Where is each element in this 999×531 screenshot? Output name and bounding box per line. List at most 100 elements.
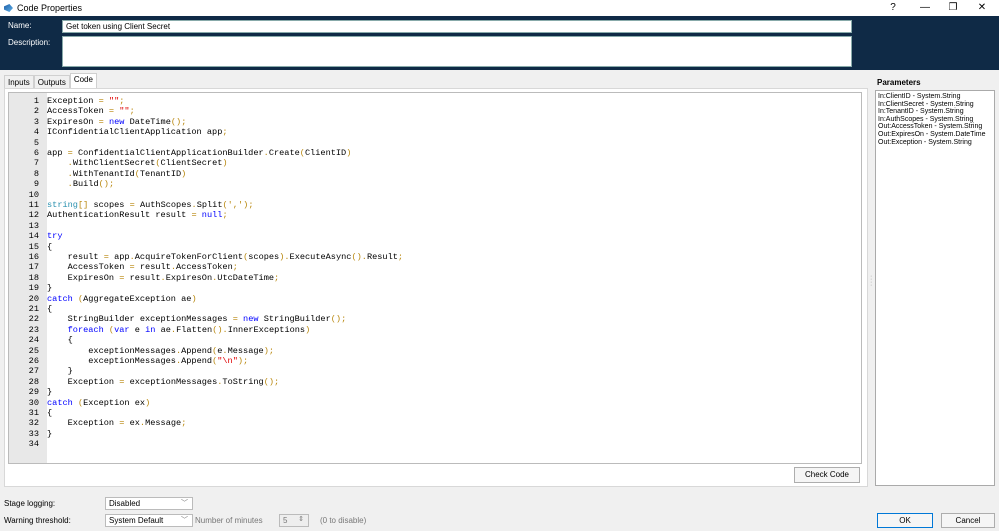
code-text: foreach (var e in ae.Flatten().InnerExce… [67,324,311,335]
minutes-label: Number of minutes [195,516,263,525]
stage-logging-select[interactable]: Disabled ﹀ [105,497,193,510]
code-text: catch (AggregateException ae) [47,293,197,304]
code-line: 16 result = app.AcquireTokenForClient(sc… [9,252,861,262]
code-line: 1 Exception = ""; [9,96,861,106]
line-number: 20 [28,293,39,304]
code-text: catch (Exception ex) [47,397,151,408]
line-number: 6 [33,148,39,158]
code-text: exceptionMessages.Append("\n"); [88,356,249,366]
line-number: 33 [28,428,39,439]
minutes-stepper[interactable]: 5 ⇕ [279,514,309,527]
code-line: 7 .WithClientSecret(ClientSecret) [9,158,861,168]
cancel-button[interactable]: Cancel [941,513,995,528]
line-number: 22 [28,314,39,325]
line-number: 28 [28,376,39,387]
parameter-item[interactable]: In:AuthScopes - System.String [878,116,992,124]
code-line: 12 AuthenticationResult result = null; [9,210,861,220]
code-line: 2 AccessToken = ""; [9,106,861,116]
parameter-item[interactable]: Out:ExpiresOn - System.DateTime [878,131,992,139]
code-text: ExpiresOn = result.ExpiresOn.UtcDateTime… [67,272,280,283]
parameter-item[interactable]: In:ClientSecret - System.String [878,101,992,109]
code-text: result = app.AcquireTokenForClient(scope… [67,252,404,262]
line-number: 9 [33,179,39,190]
line-number: 11 [28,200,39,210]
disable-hint: (0 to disable) [320,516,367,525]
tab-inputs[interactable]: Inputs [4,75,34,89]
window-title: Code Properties [17,3,83,13]
code-line: 21 { [9,304,861,314]
code-text: { [47,241,53,252]
restore-button[interactable]: ❐ [938,0,968,16]
code-text: { [47,304,53,314]
line-number: 23 [28,324,39,335]
code-line: 19} [9,283,861,293]
code-line: 20 catch (AggregateException ae) [9,294,861,304]
parameter-item[interactable]: In:TenantID - System.String [878,108,992,116]
code-text: try [47,231,63,242]
warning-threshold-select[interactable]: System Default ﹀ [105,514,193,527]
code-line: 11 string[] scopes = AuthScopes.Split(','… [9,200,861,210]
spinner-arrows-icon[interactable]: ⇕ [298,515,304,523]
code-line: 8 .WithTenantId(TenantID) [9,169,861,179]
code-line: 26 exceptionMessages.Append("\n"); [9,356,861,366]
stage-logging-value: Disabled [109,499,141,508]
code-text: } [47,387,53,398]
code-line: 28 Exception = exceptionMessages.ToStrin… [9,377,861,387]
line-number: 12 [28,210,39,221]
title-bar: Code Properties ? — ❐ ✕ [0,0,999,16]
parameters-list[interactable]: In:ClientID - System.String In:ClientSec… [875,90,995,486]
code-text: AccessToken = ""; [47,106,135,117]
code-text: IConfidentialClientApplication app; [47,127,228,138]
parameters-title: Parameters [877,78,921,87]
line-number: 14 [28,231,39,242]
chevron-down-icon: ﹀ [181,517,188,524]
line-number: 30 [28,397,39,408]
line-number: 5 [33,137,39,148]
tab-code[interactable]: Code [69,73,97,89]
check-code-button[interactable]: Check Code [794,467,860,483]
line-number: 10 [28,189,39,200]
line-number: 31 [28,408,39,418]
code-text: AuthenticationResult result = null; [47,210,228,221]
code-text: ExpiresOn = new DateTime(); [47,116,187,127]
line-number: 19 [28,283,39,294]
code-line: 17 AccessToken = result.AccessToken; [9,262,861,272]
tab-outputs[interactable]: Outputs [33,75,70,89]
stage-logging-label: Stage logging: [4,499,56,508]
parameter-item[interactable]: In:ClientID - System.String [878,93,992,101]
ok-button[interactable]: OK [877,513,933,528]
splitter-handle[interactable]: · · · · [870,273,872,289]
name-input[interactable]: Get token using Client Secret [62,20,852,33]
description-input[interactable] [62,36,852,67]
code-editor[interactable]: 1 Exception = ""; 2 AccessToken = ""; 3 Expir… [8,92,862,464]
line-number: 34 [28,439,39,450]
code-line: 32 Exception = ex.Message; [9,418,861,428]
code-text: } [47,283,53,294]
warning-threshold-label: Warning threshold: [4,516,71,525]
code-text: Exception = exceptionMessages.ToString()… [67,376,280,387]
tab-bar: Inputs Outputs Code [4,73,97,89]
chevron-down-icon: ﹀ [181,500,188,507]
code-line: 15 { [9,242,861,252]
code-line: 14 try [9,231,861,241]
parameter-item[interactable]: Out:AccessToken - System.String [878,123,992,131]
header-panel: Name: Get token using Client Secret Desc… [0,16,999,70]
line-number: 1 [33,96,39,106]
code-text: StringBuilder exceptionMessages = new St… [67,314,347,325]
code-text: } [47,428,53,439]
minimize-button[interactable]: — [910,0,940,16]
close-button[interactable]: ✕ [967,0,997,16]
help-button[interactable]: ? [878,0,908,16]
code-line: 9 .Build(); [9,179,861,189]
line-number: 26 [28,356,39,366]
parameter-item[interactable]: Out:Exception - System.String [878,139,992,147]
code-text: .WithClientSecret(ClientSecret) [67,158,228,169]
line-number: 2 [33,106,39,117]
line-number: 25 [28,345,39,356]
code-text: app = ConfidentialClientApplicationBuild… [47,148,352,158]
code-line: 18 ExpiresOn = result.ExpiresOn.UtcDateT… [9,273,861,283]
code-line: 31 { [9,408,861,418]
line-number: 7 [33,158,39,169]
code-line: 23 foreach (var e in ae.Flatten().InnerE… [9,325,861,335]
line-number: 21 [28,304,39,314]
